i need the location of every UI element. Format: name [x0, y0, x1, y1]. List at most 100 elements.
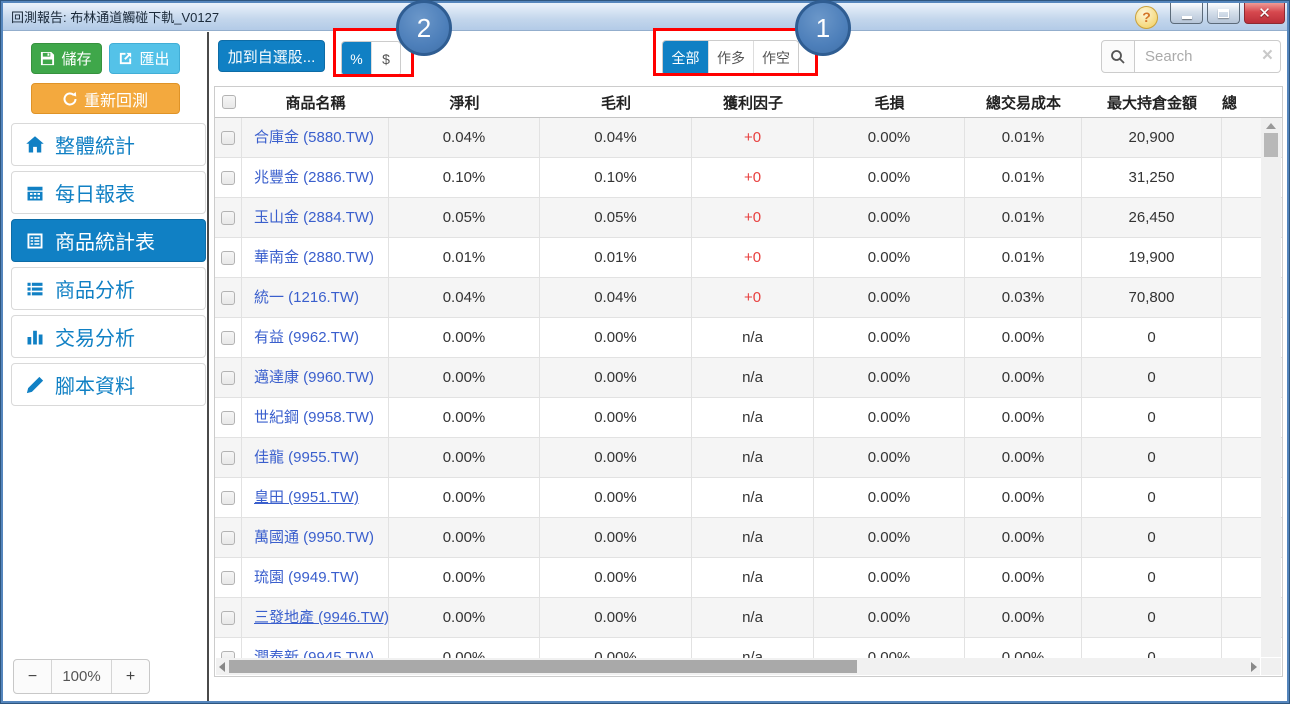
stock-link[interactable]: 佳龍 (9955.TW)	[254, 449, 359, 466]
col-header-clipped[interactable]: 總	[1222, 92, 1282, 113]
table-cell: 26,450	[1082, 198, 1222, 238]
table-cell: 0.00%	[814, 358, 965, 398]
col-header-name[interactable]: 商品名稱	[242, 92, 389, 113]
close-button[interactable]: ✕	[1244, 3, 1285, 24]
table-cell: 0.00%	[540, 518, 692, 558]
col-header-profit-factor[interactable]: 獲利因子	[692, 92, 814, 113]
table-cell: 0.10%	[389, 158, 540, 198]
col-header-gross-loss[interactable]: 毛損	[814, 92, 965, 113]
table-cell: 0.01%	[540, 238, 692, 278]
stock-link[interactable]: 統一 (1216.TW)	[254, 289, 359, 306]
row-checkbox[interactable]	[221, 211, 235, 225]
table-row: 兆豐金 (2886.TW)0.10%0.10%+00.00%0.01%31,25…	[215, 158, 1282, 198]
row-checkbox[interactable]	[221, 451, 235, 465]
row-checkbox[interactable]	[221, 291, 235, 305]
row-checkbox-cell	[215, 278, 242, 318]
row-checkbox[interactable]	[221, 651, 235, 658]
stock-link[interactable]: 華南金 (2880.TW)	[254, 249, 374, 266]
row-checkbox[interactable]	[221, 131, 235, 145]
product-name-cell: 潤泰新 (9945.TW)	[242, 638, 389, 658]
col-header-gross-profit[interactable]: 毛利	[540, 92, 692, 113]
table-cell: 0.00%	[965, 558, 1082, 598]
product-name-cell: 有益 (9962.TW)	[242, 318, 389, 358]
stock-link[interactable]: 三發地產 (9946.TW)	[254, 609, 389, 626]
add-to-watchlist-button[interactable]: 加到自選股...	[218, 40, 325, 72]
table-cell: 0.00%	[540, 638, 692, 658]
row-checkbox-cell	[215, 518, 242, 558]
product-name-cell: 佳龍 (9955.TW)	[242, 438, 389, 478]
horizontal-scrollbar[interactable]	[216, 658, 1260, 675]
table-row: 佳龍 (9955.TW)0.00%0.00%n/a0.00%0.00%0	[215, 438, 1282, 478]
product-name-cell: 萬國通 (9950.TW)	[242, 518, 389, 558]
row-checkbox[interactable]	[221, 251, 235, 265]
maximize-button[interactable]	[1207, 3, 1240, 24]
row-checkbox[interactable]	[221, 171, 235, 185]
horizontal-scroll-thumb[interactable]	[229, 660, 857, 673]
table-row: 萬國通 (9950.TW)0.00%0.00%n/a0.00%0.00%0	[215, 518, 1282, 558]
table-cell: 0.05%	[389, 198, 540, 238]
table-cell: 0	[1082, 558, 1222, 598]
col-header-total-cost[interactable]: 總交易成本	[965, 92, 1082, 113]
row-checkbox-cell	[215, 358, 242, 398]
stock-link[interactable]: 邁達康 (9960.TW)	[254, 369, 374, 386]
stock-link[interactable]: 琉園 (9949.TW)	[254, 569, 359, 586]
stock-link[interactable]: 合庫金 (5880.TW)	[254, 129, 374, 146]
stock-link[interactable]: 世紀鋼 (9958.TW)	[254, 409, 374, 426]
col-header-net-profit[interactable]: 淨利	[389, 92, 540, 113]
table-icon	[25, 231, 45, 251]
sidebar-item-label: 商品統計表	[55, 226, 155, 255]
row-checkbox[interactable]	[221, 411, 235, 425]
table-cell: 0.00%	[389, 318, 540, 358]
sidebar-item-product-stats-table[interactable]: 商品統計表	[11, 219, 206, 262]
row-checkbox[interactable]	[221, 531, 235, 545]
sidebar-item-script-data[interactable]: 腳本資料	[11, 363, 206, 406]
table-cell: 0.00%	[814, 158, 965, 198]
zoom-out-button[interactable]: −	[14, 660, 51, 693]
table-cell: n/a	[692, 638, 814, 658]
table-cell: 0	[1082, 518, 1222, 558]
table-cell: 0.00%	[389, 638, 540, 658]
row-checkbox[interactable]	[221, 331, 235, 345]
sidebar-item-daily-report[interactable]: 每日報表	[11, 171, 206, 214]
row-checkbox[interactable]	[221, 491, 235, 505]
sidebar-item-overall-stats[interactable]: 整體統計	[11, 123, 206, 166]
stock-link[interactable]: 兆豐金 (2886.TW)	[254, 169, 374, 186]
screen: 回測報告: 布林通道觸碰下軌_V0127 ? ✕ 儲存	[0, 0, 1290, 704]
export-button[interactable]: 匯出	[109, 43, 180, 74]
row-checkbox[interactable]	[221, 371, 235, 385]
minimize-button[interactable]	[1170, 3, 1203, 24]
help-button[interactable]: ?	[1135, 6, 1158, 29]
stock-link[interactable]: 有益 (9962.TW)	[254, 329, 359, 346]
row-checkbox[interactable]	[221, 571, 235, 585]
table-cell: 0.01%	[965, 158, 1082, 198]
row-checkbox[interactable]	[221, 611, 235, 625]
scroll-up-icon[interactable]	[1266, 123, 1276, 129]
clear-search-icon[interactable]: ×	[1262, 46, 1273, 66]
zoom-in-button[interactable]: +	[112, 660, 149, 693]
select-all-checkbox[interactable]	[222, 95, 236, 109]
list-icon	[25, 279, 45, 299]
search-button[interactable]	[1101, 40, 1135, 73]
save-button[interactable]: 儲存	[31, 43, 102, 74]
sidebar-item-trade-analysis[interactable]: 交易分析	[11, 315, 206, 358]
col-header-max-position[interactable]: 最大持倉金額	[1082, 92, 1222, 113]
scroll-right-icon[interactable]	[1251, 662, 1257, 672]
table-row: 有益 (9962.TW)0.00%0.00%n/a0.00%0.00%0	[215, 318, 1282, 358]
table-cell: 0	[1082, 398, 1222, 438]
table-cell: 0.00%	[814, 118, 965, 158]
titlebar[interactable]: 回測報告: 布林通道觸碰下軌_V0127 ? ✕	[3, 3, 1287, 31]
sidebar-item-label: 商品分析	[55, 274, 135, 303]
table-cell: 0.00%	[814, 398, 965, 438]
rerun-backtest-button[interactable]: 重新回測	[31, 83, 180, 114]
vertical-scroll-thumb[interactable]	[1264, 133, 1278, 157]
vertical-scrollbar[interactable]	[1261, 118, 1281, 657]
table-cell: 0	[1082, 478, 1222, 518]
table-row: 邁達康 (9960.TW)0.00%0.00%n/a0.00%0.00%0	[215, 358, 1282, 398]
sidebar-item-product-analysis[interactable]: 商品分析	[11, 267, 206, 310]
stock-link[interactable]: 玉山金 (2884.TW)	[254, 209, 374, 226]
stock-link[interactable]: 潤泰新 (9945.TW)	[254, 649, 374, 658]
stock-link[interactable]: 萬國通 (9950.TW)	[254, 529, 374, 546]
stock-link[interactable]: 皇田 (9951.TW)	[254, 489, 359, 506]
search-input[interactable]	[1135, 40, 1281, 73]
scroll-left-icon[interactable]	[219, 662, 225, 672]
